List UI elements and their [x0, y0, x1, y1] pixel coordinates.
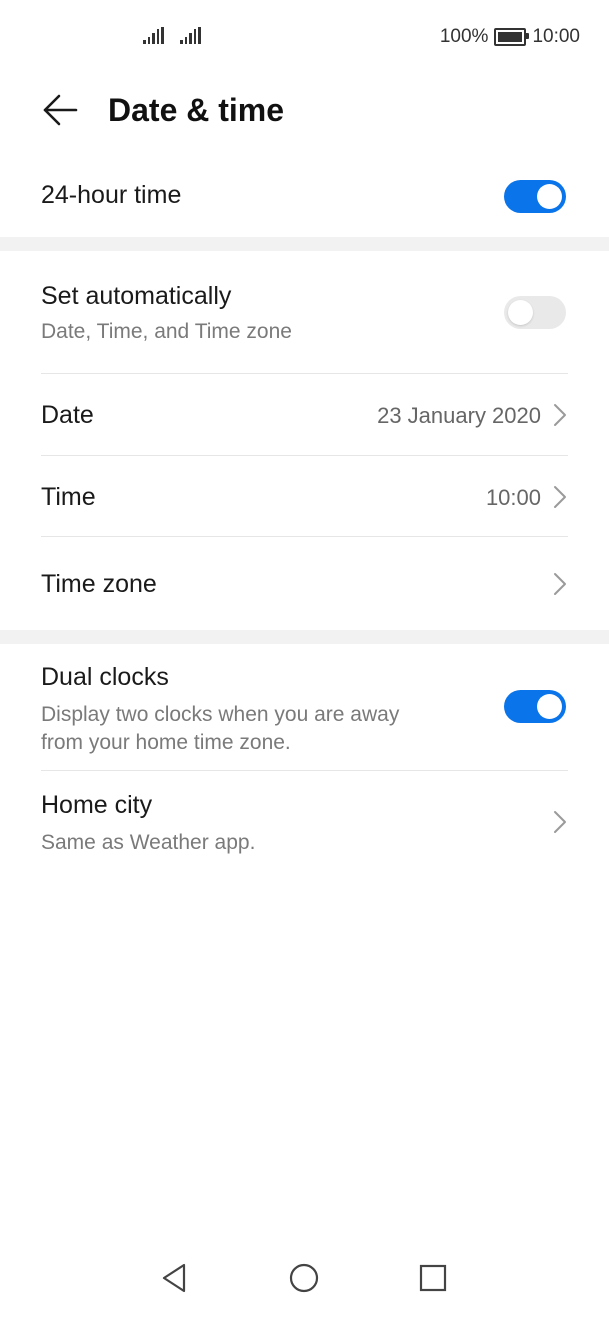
chevron-right-icon	[554, 573, 566, 595]
recents-square-icon[interactable]	[415, 1260, 451, 1296]
page-title: Date & time	[108, 92, 285, 128]
battery-icon	[494, 28, 530, 46]
battery-percent: 100%	[439, 26, 489, 47]
setting-label: Time	[41, 483, 96, 511]
signal-icon	[143, 27, 164, 44]
app-header: Date & time	[0, 76, 609, 144]
setting-time-zone[interactable]: Time zone	[0, 537, 609, 630]
chevron-right-icon	[554, 486, 566, 508]
setting-sublabel: from your home time zone.	[41, 731, 291, 754]
back-triangle-icon[interactable]	[157, 1260, 193, 1296]
toggle-knob	[537, 694, 562, 719]
setting-sublabel: Same as Weather app.	[41, 831, 256, 854]
arrow-left-icon[interactable]	[40, 90, 80, 130]
setting-set-automatically[interactable]: Set automatically Date, Time, and Time z…	[0, 265, 609, 373]
toggle-dual-clocks[interactable]	[504, 690, 566, 723]
setting-label: Home city	[41, 791, 153, 819]
setting-label: Date	[41, 401, 94, 429]
status-right: 100% 10:00	[440, 26, 580, 48]
battery-fill	[498, 32, 523, 42]
signal-icon	[180, 27, 201, 44]
setting-label: Set automatically	[41, 282, 232, 310]
status-time: 10:00	[532, 26, 580, 47]
section-separator	[0, 237, 609, 251]
system-navigation-bar	[0, 1240, 609, 1320]
toggle-set-automatically[interactable]	[504, 296, 566, 329]
toggle-knob	[508, 300, 533, 325]
setting-date[interactable]: Date 23 January 2020	[0, 374, 609, 455]
setting-value: 23 January 2020	[377, 403, 541, 428]
home-circle-icon[interactable]	[286, 1260, 322, 1296]
chevron-right-icon	[554, 811, 566, 833]
setting-label: Time zone	[41, 570, 157, 598]
setting-sublabel: Date, Time, and Time zone	[41, 320, 292, 343]
setting-label: Dual clocks	[41, 663, 169, 691]
toggle-knob	[537, 184, 562, 209]
setting-value: 10:00	[485, 485, 541, 510]
setting-label: 24-hour time	[41, 181, 182, 209]
toggle-24-hour-time[interactable]	[504, 180, 566, 213]
section-separator	[0, 630, 609, 644]
status-bar: 100% 10:00	[0, 0, 609, 76]
setting-home-city[interactable]: Home city Same as Weather app.	[0, 771, 609, 871]
setting-sublabel: Display two clocks when you are away	[41, 703, 400, 726]
setting-dual-clocks[interactable]: Dual clocks Display two clocks when you …	[0, 644, 609, 770]
setting-24-hour-time[interactable]: 24-hour time	[0, 164, 609, 230]
chevron-right-icon	[554, 404, 566, 426]
setting-time[interactable]: Time 10:00	[0, 456, 609, 536]
